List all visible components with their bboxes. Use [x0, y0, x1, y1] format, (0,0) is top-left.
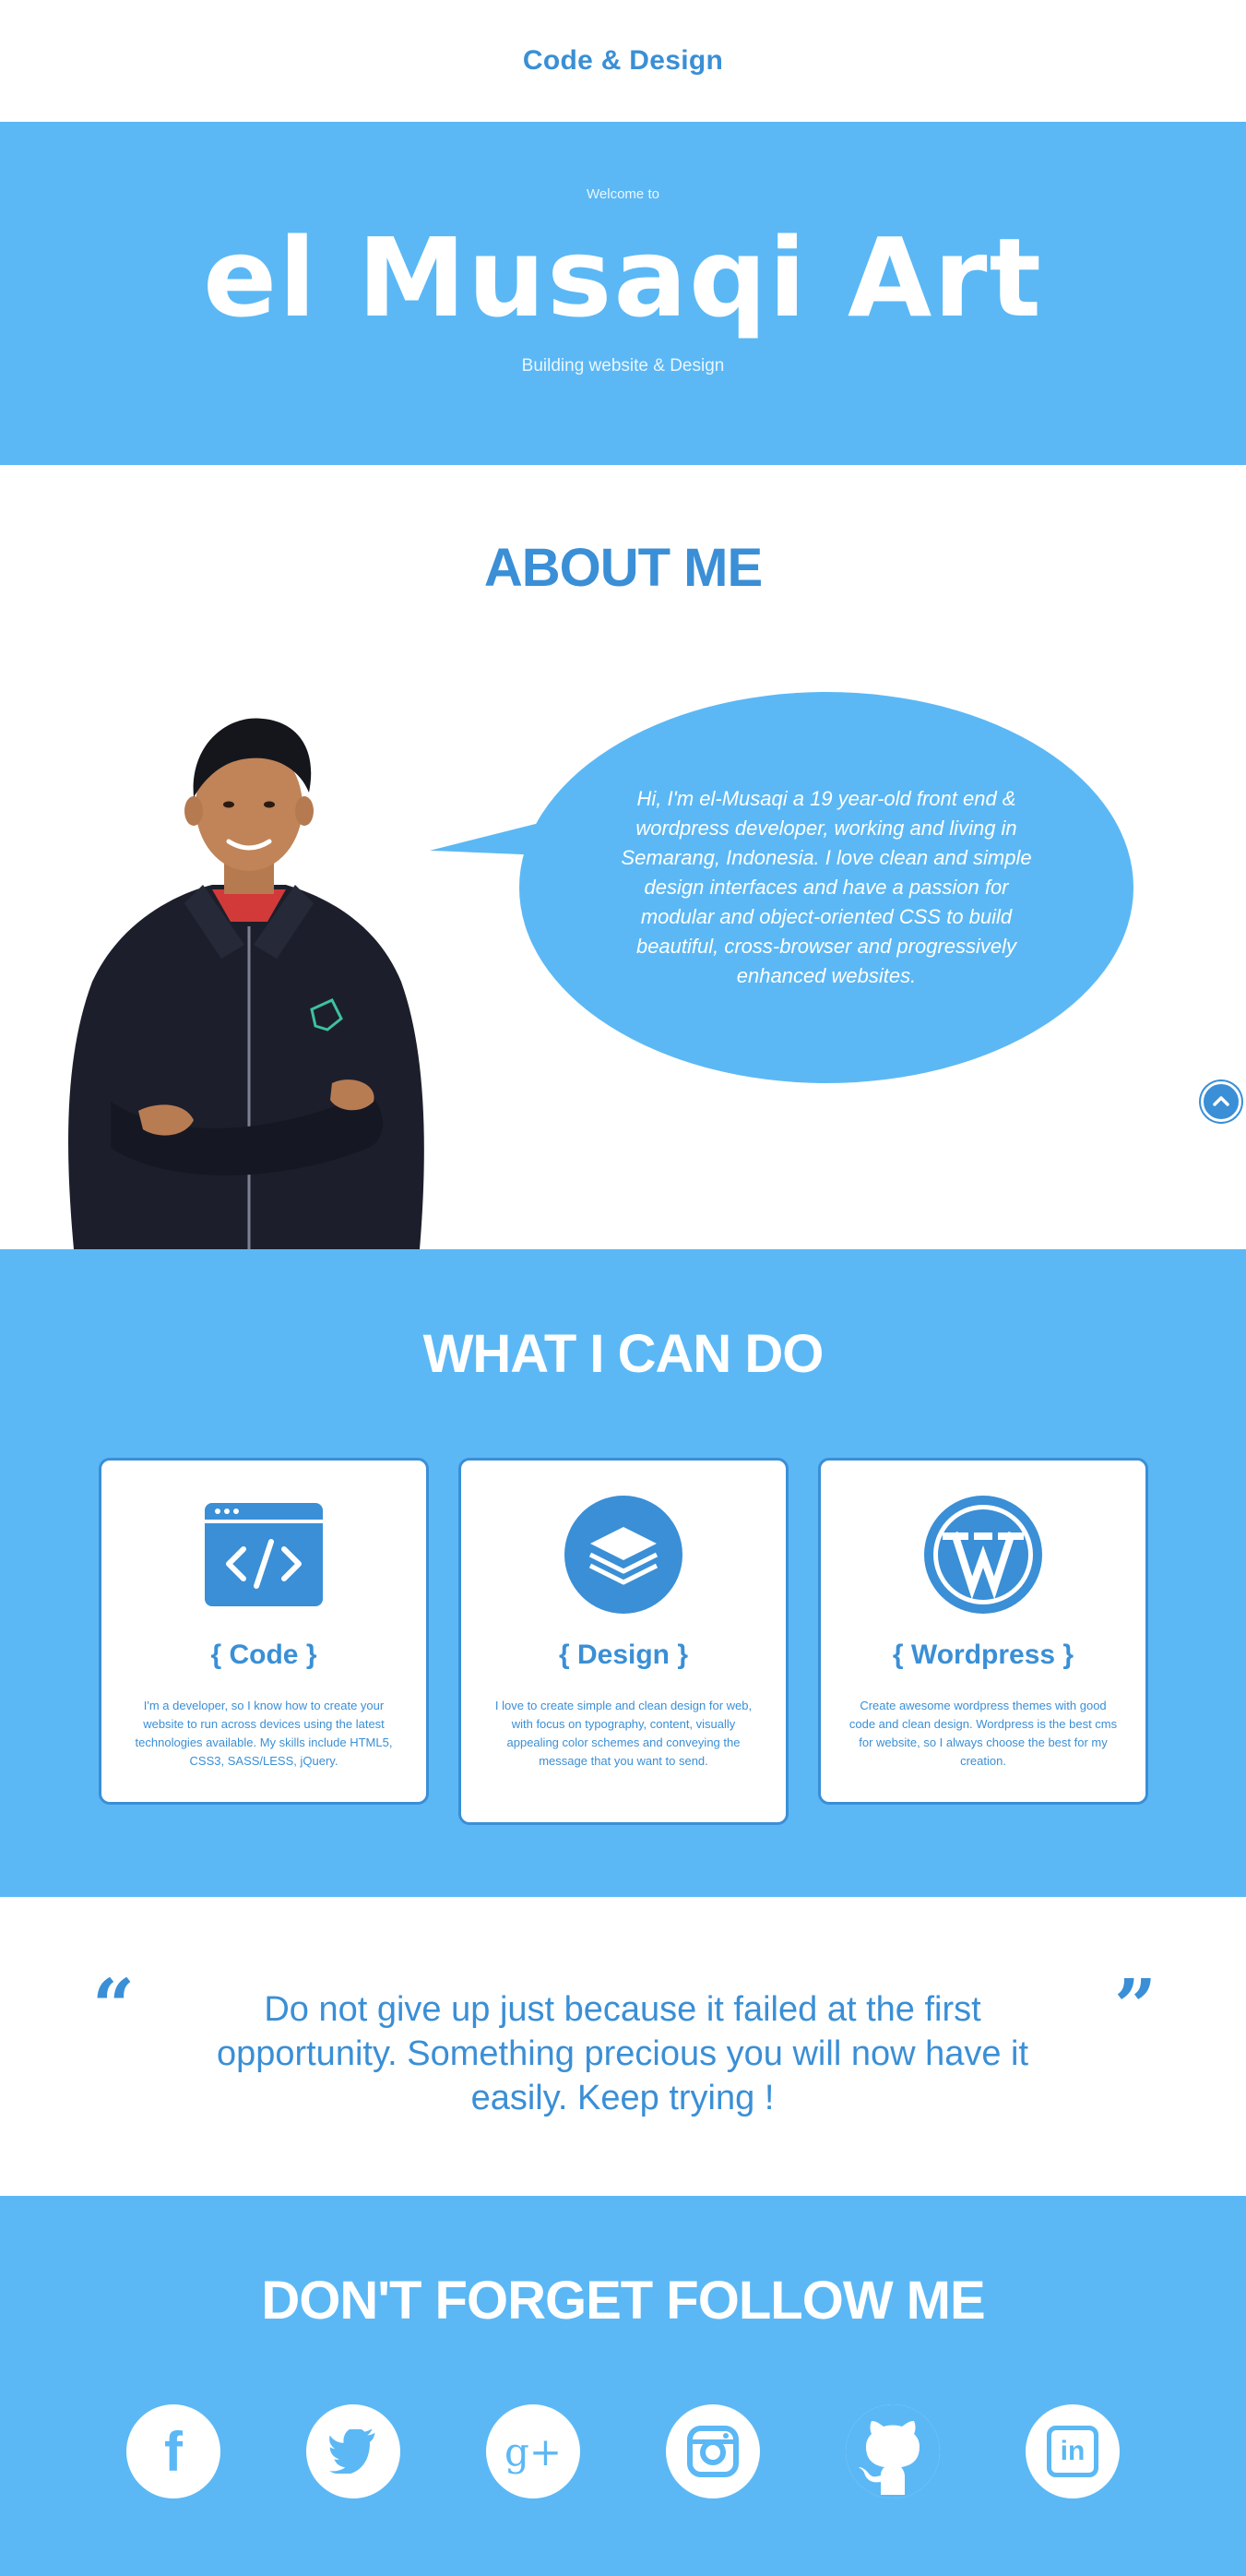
instagram-link[interactable] — [666, 2404, 760, 2498]
portrait-image — [68, 718, 424, 1249]
skill-text-design: I love to create simple and clean design… — [494, 1699, 753, 1768]
code-window-icon — [203, 1494, 325, 1616]
open-quote-icon: “ — [92, 1962, 136, 2049]
hero-tagline: Building website & Design — [521, 356, 725, 376]
twitter-link[interactable] — [306, 2404, 400, 2498]
layers-icon — [563, 1494, 684, 1616]
top-bar: Code & Design — [0, 0, 1246, 122]
skill-text-code: I'm a developer, so I know how to create… — [135, 1699, 393, 1768]
skill-card-code: { Code } I'm a developer, so I know how … — [99, 1458, 429, 1805]
about-section: ABOUT ME Hi, I'm el-Musaqi a 19 year-old… — [0, 465, 1246, 1249]
hero-section: Welcome to el Musaqi Art Building websit… — [0, 122, 1246, 465]
linkedin-glyph: in — [1060, 2436, 1086, 2466]
skill-title-wordpress: { Wordpress } — [892, 1640, 1074, 1670]
skill-card-design: { Design } I love to create simple and c… — [458, 1458, 789, 1825]
hero-site-name: el Musaqi Art — [203, 214, 1043, 341]
chevron-up-icon — [1213, 1096, 1229, 1106]
google-plus-icon: g+ — [504, 2428, 563, 2475]
wordpress-icon — [922, 1494, 1044, 1616]
quote-section: “ Do not give up just because it failed … — [0, 1897, 1246, 2196]
skill-title-design: { Design } — [558, 1640, 689, 1670]
linkedin-icon: in — [1047, 2426, 1098, 2477]
google-plus-link[interactable]: g+ — [486, 2404, 580, 2498]
quote-text: Do not give up just because it failed at… — [216, 1990, 1029, 2117]
speech-bubble: Hi, I'm el-Musaqi a 19 year-old front en… — [519, 692, 1133, 1083]
github-icon — [846, 2404, 940, 2498]
facebook-icon: f — [164, 2420, 183, 2483]
skill-text-wordpress: Create awesome wordpress themes with goo… — [848, 1699, 1118, 1768]
skill-card-wordpress: { Wordpress } Create awesome wordpress t… — [818, 1458, 1148, 1805]
follow-section: DON'T FORGET FOLLOW ME f g+ in — [0, 2196, 1246, 2576]
close-quote-icon: ” — [1114, 1962, 1157, 2049]
instagram-icon — [687, 2426, 739, 2477]
about-title: ABOUT ME — [483, 538, 763, 598]
skills-title: WHAT I CAN DO — [422, 1324, 825, 1384]
about-bio: Hi, I'm el-Musaqi a 19 year-old front en… — [621, 787, 1032, 987]
github-link[interactable] — [846, 2404, 940, 2498]
twitter-icon — [328, 2429, 375, 2474]
follow-title: DON'T FORGET FOLLOW ME — [261, 2271, 985, 2331]
facebook-link[interactable]: f — [126, 2404, 220, 2498]
linkedin-link[interactable]: in — [1026, 2404, 1120, 2498]
hero-welcome: Welcome to — [587, 186, 659, 202]
brand-link[interactable]: Code & Design — [523, 45, 723, 77]
scroll-to-top-button[interactable] — [1201, 1081, 1241, 1122]
skills-section: WHAT I CAN DO { Code } I'm a developer, … — [0, 1249, 1246, 1897]
skill-title-code: { Code } — [210, 1640, 317, 1670]
